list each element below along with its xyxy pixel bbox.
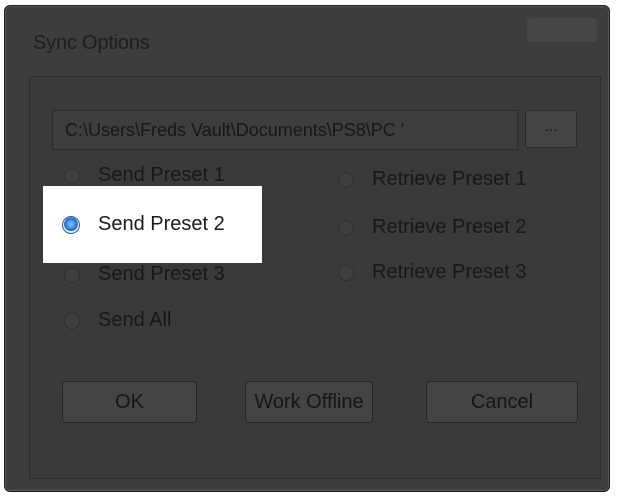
browse-button[interactable]: ... [525, 110, 577, 148]
radio-send-preset-2[interactable]: Send Preset 2 [62, 213, 225, 236]
radio-send-preset-1[interactable]: Send Preset 1 [64, 164, 225, 187]
radio-label: Send Preset 2 [98, 213, 225, 235]
radio-circle-icon [64, 167, 80, 184]
title-bar-controls [527, 18, 597, 42]
ok-button[interactable]: OK [62, 381, 197, 423]
radio-selected-icon [62, 215, 80, 234]
radio-send-preset-3[interactable]: Send Preset 3 [64, 263, 225, 286]
radio-label: Send Preset 3 [98, 263, 225, 285]
radio-label: Retrieve Preset 1 [372, 168, 527, 190]
radio-circle-icon [338, 264, 354, 281]
radio-label: Retrieve Preset 3 [372, 261, 527, 283]
work-offline-button[interactable]: Work Offline [245, 381, 373, 423]
radio-label: Send All [98, 309, 172, 331]
radio-send-all[interactable]: Send All [64, 309, 171, 332]
radio-circle-icon [64, 312, 80, 329]
radio-circle-icon [338, 219, 354, 236]
radio-retrieve-preset-3[interactable]: Retrieve Preset 3 [338, 261, 527, 284]
radio-circle-icon [338, 171, 354, 188]
vault-path-field[interactable]: C:\Users\Freds Vault\Documents\PS8\PC ' [52, 110, 518, 150]
radio-label: Send Preset 1 [98, 164, 225, 186]
radio-retrieve-preset-1[interactable]: Retrieve Preset 1 [338, 168, 527, 191]
radio-circle-icon [64, 266, 80, 283]
dialog-title: Sync Options [33, 32, 150, 54]
radio-retrieve-preset-2[interactable]: Retrieve Preset 2 [338, 216, 527, 239]
radio-label: Retrieve Preset 2 [372, 216, 527, 238]
cancel-button[interactable]: Cancel [426, 381, 578, 423]
